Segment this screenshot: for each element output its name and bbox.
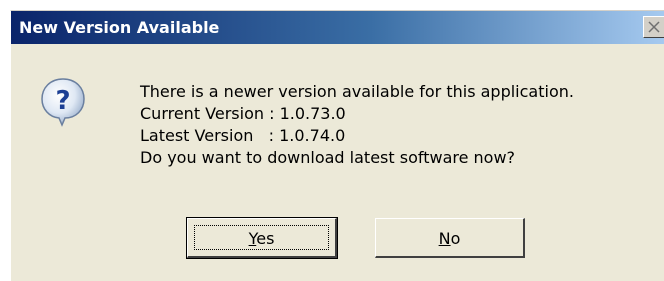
yes-button-label: Yes (248, 229, 275, 248)
yes-button[interactable]: Yes (186, 217, 338, 259)
dialog-window: New Version Available ? There is a newer… (10, 10, 664, 281)
no-button[interactable]: No (375, 218, 525, 258)
svg-text:?: ? (55, 86, 70, 116)
message-line: Latest Version : 1.0.74.0 (140, 126, 346, 145)
message-text: There is a newer version available for t… (140, 81, 574, 169)
message-line: There is a newer version available for t… (140, 82, 574, 101)
question-icon: ? (41, 78, 85, 127)
title-bar[interactable]: New Version Available (11, 11, 664, 44)
close-button[interactable] (643, 16, 664, 38)
dialog-title: New Version Available (19, 18, 220, 37)
close-icon (648, 21, 660, 33)
message-line: Current Version : 1.0.73.0 (140, 104, 346, 123)
no-button-label: No (438, 229, 461, 248)
message-line: Do you want to download latest software … (140, 148, 516, 167)
